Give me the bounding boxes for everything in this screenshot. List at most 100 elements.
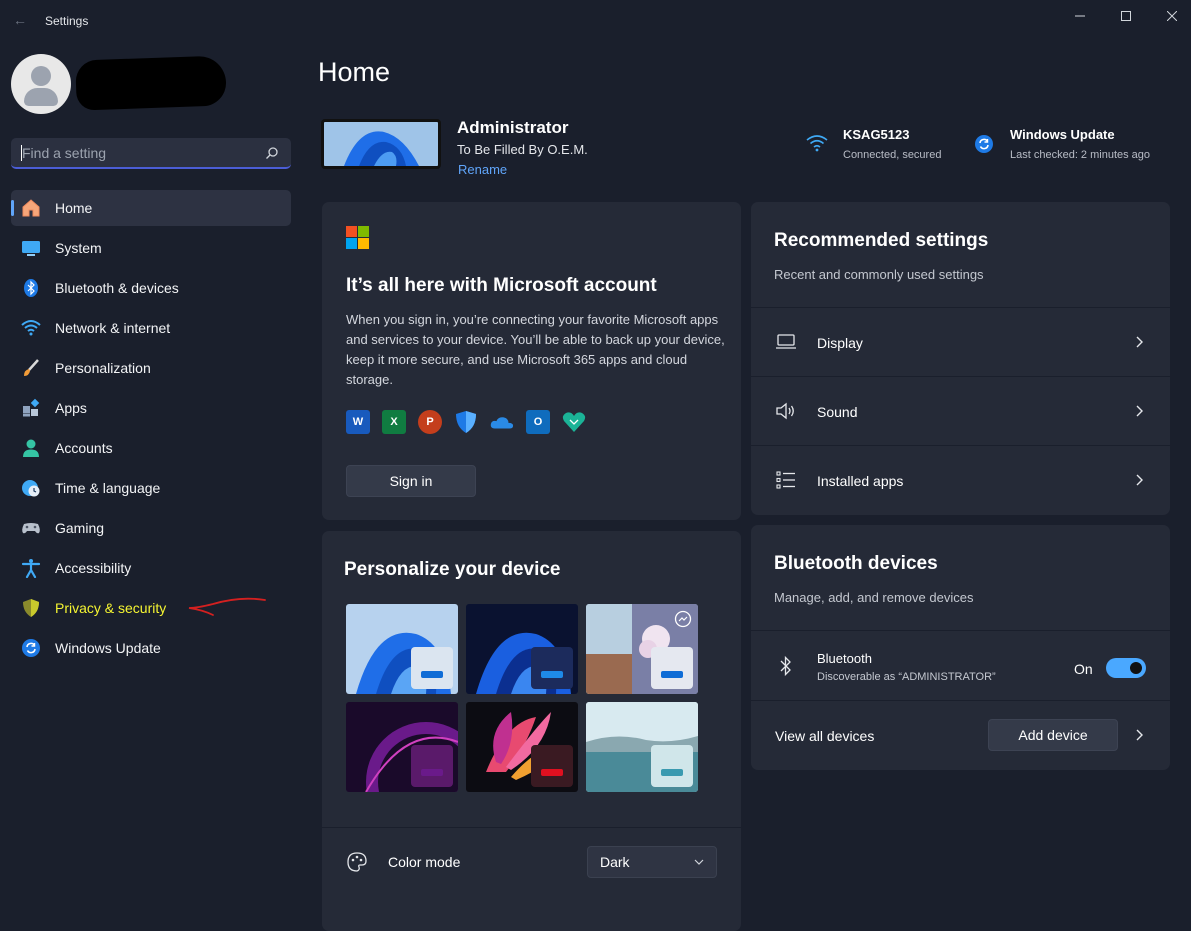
sidebar-item-label: Accounts <box>55 440 113 456</box>
theme-tile[interactable] <box>346 604 458 694</box>
bluetooth-icon <box>21 278 41 298</box>
bluetooth-label: Bluetooth <box>817 651 872 666</box>
device-thumbnail <box>321 119 441 169</box>
search-input[interactable] <box>22 138 262 167</box>
device-description: To Be Filled By O.E.M. <box>457 142 588 157</box>
sidebar-item-home[interactable]: Home <box>11 190 291 226</box>
sidebar-item-label: System <box>55 240 102 256</box>
page-title: Home <box>318 57 391 87</box>
speaker-icon <box>776 402 794 420</box>
chevron-right-icon <box>1136 336 1143 348</box>
card-title: Bluetooth devices <box>774 553 938 574</box>
device-name: Administrator <box>457 118 569 137</box>
theme-tile[interactable] <box>466 702 578 792</box>
gamepad-icon <box>21 518 41 538</box>
theme-tile[interactable] <box>586 702 698 792</box>
back-arrow-icon[interactable]: ← <box>10 10 30 30</box>
powerpoint-icon: P <box>418 410 442 434</box>
card-title: Recommended settings <box>774 230 989 251</box>
avatar[interactable] <box>11 54 71 114</box>
apps-icon <box>21 398 41 418</box>
word-icon: W <box>346 410 370 434</box>
sidebar-item-label: Bluetooth & devices <box>55 280 179 296</box>
chevron-right-icon <box>1136 474 1143 486</box>
bluetooth-devices-card: Bluetooth devices Manage, add, and remov… <box>751 525 1170 770</box>
maximize-button[interactable] <box>1103 0 1149 32</box>
search-box[interactable] <box>11 138 291 169</box>
sidebar-item-bluetooth[interactable]: Bluetooth & devices <box>11 270 291 306</box>
windows-update-icon[interactable] <box>974 134 994 154</box>
redacted-username <box>75 55 227 111</box>
app-icon-row: W X P O <box>346 410 586 434</box>
title-bar: ← Settings <box>0 0 1191 42</box>
sidebar-item-accessibility[interactable]: Accessibility <box>11 550 291 586</box>
defender-icon <box>454 410 478 434</box>
sidebar-item-label: Windows Update <box>55 640 161 656</box>
update-title[interactable]: Windows Update <box>1010 127 1115 142</box>
spotlight-icon <box>674 610 692 628</box>
recommended-item-sound[interactable]: Sound <box>751 376 1170 444</box>
card-subtitle: Manage, add, and remove devices <box>774 590 974 605</box>
outlook-icon: O <box>526 410 550 434</box>
add-device-button[interactable]: Add device <box>988 719 1118 751</box>
rename-link[interactable]: Rename <box>458 162 507 177</box>
sidebar-item-windows-update[interactable]: Windows Update <box>11 630 291 666</box>
close-button[interactable] <box>1149 0 1191 32</box>
list-icon <box>776 471 795 489</box>
globe-clock-icon <box>21 478 41 498</box>
maximize-icon <box>1121 11 1131 21</box>
laptop-icon <box>776 334 796 349</box>
sign-in-button[interactable]: Sign in <box>346 465 476 497</box>
sidebar-item-apps[interactable]: Apps <box>11 390 291 426</box>
wifi-icon[interactable] <box>805 133 829 153</box>
sidebar-item-system[interactable]: System <box>11 230 291 266</box>
sidebar-item-network[interactable]: Network & internet <box>11 310 291 346</box>
bluetooth-toggle[interactable] <box>1106 658 1146 678</box>
sidebar-item-label: Apps <box>55 400 87 416</box>
sidebar-item-label: Privacy & security <box>55 600 167 616</box>
theme-tile[interactable] <box>586 604 698 694</box>
windows-update-icon <box>21 638 41 658</box>
chevron-right-icon <box>1136 729 1143 741</box>
color-mode-label: Color mode <box>388 854 461 870</box>
accessibility-icon <box>21 558 41 578</box>
app-title: Settings <box>45 14 89 28</box>
annotation-arrow-icon <box>188 597 266 616</box>
bluetooth-icon <box>780 655 791 677</box>
palette-icon <box>347 852 367 872</box>
update-status: Last checked: 2 minutes ago <box>1010 149 1151 161</box>
system-icon <box>21 238 41 258</box>
view-all-devices-row[interactable]: View all devices Add device <box>751 700 1170 770</box>
minimize-icon <box>1075 15 1085 17</box>
wallpaper-bloom-icon <box>324 122 438 166</box>
sidebar-item-label: Gaming <box>55 520 105 536</box>
sidebar-item-time-language[interactable]: Time & language <box>11 470 291 506</box>
view-all-devices-label: View all devices <box>775 728 875 744</box>
bluetooth-toggle-row: Bluetooth Discoverable as “ADMINISTRATOR… <box>751 630 1170 699</box>
recommended-item-label: Sound <box>817 404 858 420</box>
sidebar-item-gaming[interactable]: Gaming <box>11 510 291 546</box>
color-mode-select[interactable]: Dark <box>587 846 717 878</box>
recommended-settings-card: Recommended settings Recent and commonly… <box>751 202 1170 515</box>
sidebar-item-accounts[interactable]: Accounts <box>11 430 291 466</box>
network-name[interactable]: KSAG5123 <box>843 127 909 142</box>
card-title: It’s all here with Microsoft account <box>346 275 657 296</box>
sidebar-item-personalization[interactable]: Personalization <box>11 350 291 386</box>
sidebar-item-label: Accessibility <box>55 560 132 576</box>
excel-icon: X <box>382 410 406 434</box>
theme-grid <box>346 604 698 792</box>
recommended-item-display[interactable]: Display <box>751 307 1170 375</box>
sidebar-item-label: Network & internet <box>55 320 171 336</box>
minimize-button[interactable] <box>1057 0 1103 32</box>
search-icon[interactable] <box>265 146 279 160</box>
sidebar-item-label: Time & language <box>55 480 161 496</box>
recommended-item-installed-apps[interactable]: Installed apps <box>751 445 1170 513</box>
theme-tile[interactable] <box>466 604 578 694</box>
person-icon <box>21 438 41 458</box>
chevron-down-icon <box>694 859 704 865</box>
paintbrush-icon <box>21 358 41 378</box>
sidebar-item-label: Home <box>55 200 93 216</box>
recommended-item-label: Installed apps <box>817 473 904 489</box>
card-body: When you sign in, you’re connecting your… <box>346 312 725 387</box>
theme-tile[interactable] <box>346 702 458 792</box>
